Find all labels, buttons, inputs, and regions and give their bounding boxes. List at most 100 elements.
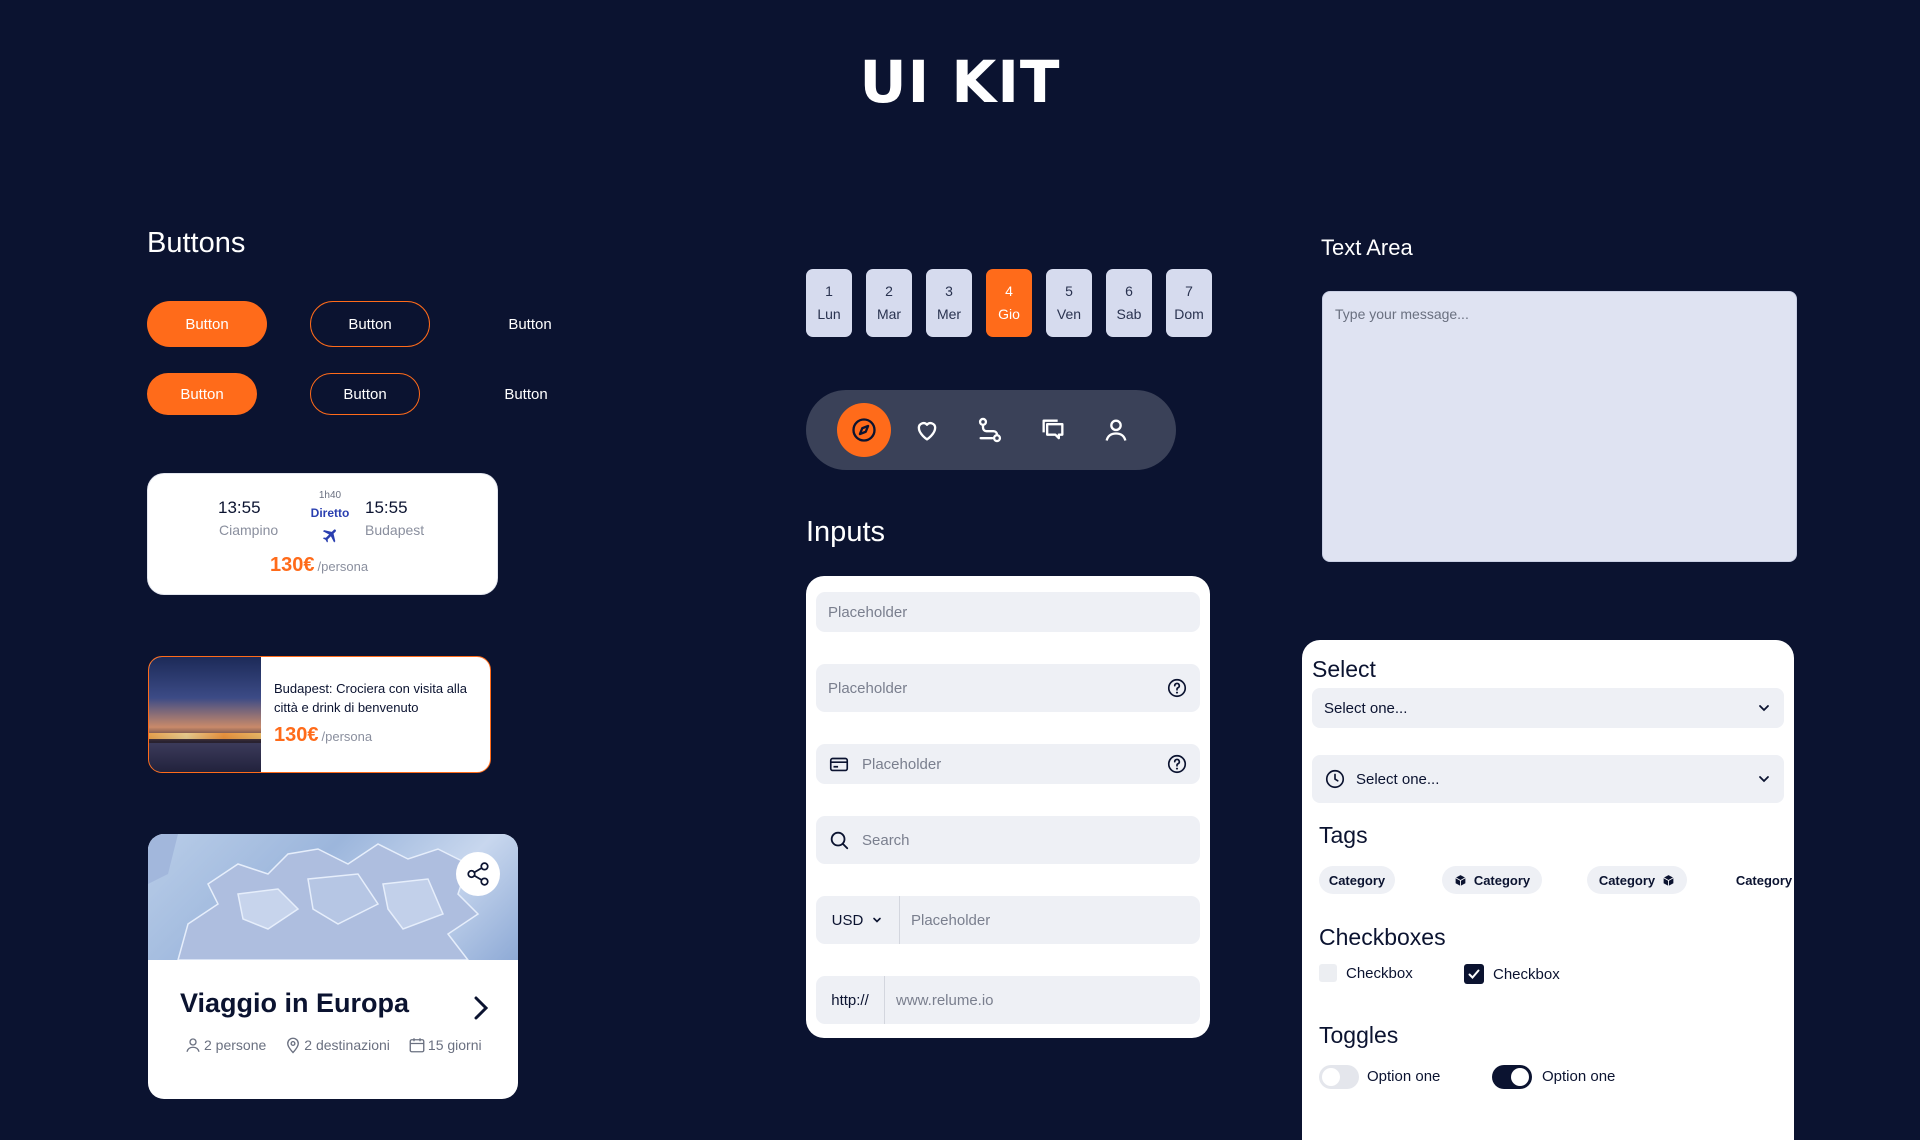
select-2-value: Select one... bbox=[1356, 770, 1440, 788]
plain-input[interactable] bbox=[828, 603, 1188, 621]
chevron-down-icon bbox=[1759, 705, 1769, 712]
message-textarea[interactable] bbox=[1322, 291, 1797, 562]
flight-card[interactable]: 13:55 Ciampino 1h40 Diretto 15:55 Budape… bbox=[148, 474, 497, 594]
airplane-icon bbox=[319, 526, 341, 551]
trip-destinations: 2 destinazioni bbox=[284, 1036, 390, 1054]
select-dropdown-1[interactable]: Select one... bbox=[1312, 688, 1784, 728]
share-icon bbox=[467, 862, 489, 886]
europe-map-image bbox=[148, 834, 518, 961]
checkbox-1[interactable]: Checkbox bbox=[1319, 964, 1413, 982]
day-dom[interactable]: 7 Dom bbox=[1166, 269, 1212, 337]
checkbox-1-label: Checkbox bbox=[1346, 964, 1413, 982]
select-1-value: Select one... bbox=[1324, 699, 1408, 717]
tag-category-3[interactable]: Category bbox=[1587, 866, 1687, 894]
search-input[interactable] bbox=[862, 831, 1188, 849]
day-mar[interactable]: 2 Mar bbox=[866, 269, 912, 337]
page-title: UI KIT bbox=[859, 48, 1061, 116]
search-icon bbox=[830, 831, 849, 850]
tag-category-4[interactable]: Category bbox=[1726, 866, 1794, 894]
cube-icon bbox=[1455, 874, 1466, 886]
toggle-on[interactable] bbox=[1492, 1065, 1532, 1089]
heart-icon bbox=[917, 422, 937, 441]
day-number: 1 bbox=[825, 283, 833, 299]
trip-title: Viaggio in Europa bbox=[180, 988, 410, 1018]
chat-icon bbox=[1042, 419, 1064, 440]
depart-city: Ciampino bbox=[219, 522, 279, 538]
tour-image bbox=[149, 657, 261, 772]
day-name: Lun bbox=[817, 306, 841, 322]
tour-card[interactable]: Budapest: Crociera con visita alla città… bbox=[148, 656, 491, 773]
currency-select[interactable]: USD bbox=[816, 896, 900, 944]
checkboxes-section-title: Checkboxes bbox=[1319, 924, 1446, 950]
help-input-field[interactable] bbox=[816, 664, 1200, 712]
card-input-field[interactable] bbox=[816, 744, 1200, 784]
trip-card[interactable]: Viaggio in Europa 2 persone 2 destinazio… bbox=[148, 834, 518, 1099]
help-circle-icon[interactable] bbox=[1166, 753, 1188, 775]
trip-days: 15 giorni bbox=[408, 1036, 482, 1054]
tag-category-1[interactable]: Category bbox=[1319, 866, 1395, 894]
card-input[interactable] bbox=[862, 755, 1154, 773]
url-input-field[interactable]: http:// bbox=[816, 976, 1200, 1024]
flight-price: 130€ /persona bbox=[270, 554, 368, 577]
help-circle-icon[interactable] bbox=[1166, 677, 1188, 699]
nav-explore-button[interactable] bbox=[837, 403, 891, 457]
checkbox-unchecked[interactable] bbox=[1319, 964, 1337, 982]
select-section-title: Select bbox=[1312, 656, 1376, 682]
cube-icon bbox=[1663, 874, 1674, 886]
day-gio[interactable]: 4 Gio bbox=[986, 269, 1032, 337]
nav-messages-button[interactable] bbox=[1026, 403, 1080, 457]
toggle-off[interactable] bbox=[1319, 1065, 1359, 1089]
calendar-icon bbox=[409, 1038, 425, 1053]
compass-icon bbox=[852, 418, 876, 442]
toggle-knob bbox=[1511, 1068, 1529, 1086]
day-number: 4 bbox=[1005, 283, 1013, 299]
primary-button-large[interactable]: Button bbox=[147, 301, 267, 347]
secondary-button-large[interactable]: Button bbox=[310, 301, 430, 347]
user-icon bbox=[186, 1038, 200, 1052]
currency-amount-input[interactable] bbox=[900, 911, 1200, 929]
checkbox-2[interactable]: Checkbox bbox=[1464, 964, 1560, 984]
depart-time: 13:55 bbox=[218, 498, 261, 517]
day-mer[interactable]: 3 Mer bbox=[926, 269, 972, 337]
flight-type: Diretto bbox=[310, 506, 350, 520]
primary-button-small[interactable]: Button bbox=[147, 373, 257, 415]
day-name: Mar bbox=[876, 306, 902, 322]
checkbox-checked[interactable] bbox=[1464, 964, 1484, 984]
share-button[interactable] bbox=[456, 852, 500, 896]
trip-days-text: 15 giorni bbox=[427, 1037, 482, 1053]
buttons-section-title: Buttons bbox=[147, 227, 246, 259]
nav-profile-button[interactable] bbox=[1089, 403, 1143, 457]
day-name: Sab bbox=[1116, 306, 1142, 322]
tag-category-2[interactable]: Category bbox=[1442, 866, 1542, 894]
tour-title: Budapest: Crociera con visita alla città… bbox=[274, 681, 467, 715]
day-ven[interactable]: 5 Ven bbox=[1046, 269, 1092, 337]
text-area-section-title: Text Area bbox=[1321, 235, 1413, 260]
chevron-right-icon[interactable] bbox=[470, 994, 492, 1027]
day-picker: 1 Lun 2 Mar 3 Mer 4 Gio 5 Ven 6 Sab 7 Dom bbox=[806, 269, 1212, 337]
check-icon bbox=[1468, 969, 1480, 979]
link-button-small[interactable]: Button bbox=[486, 373, 566, 415]
tags-section-title: Tags bbox=[1319, 822, 1368, 848]
search-input-field[interactable] bbox=[816, 816, 1200, 864]
url-input[interactable] bbox=[885, 991, 1200, 1009]
select-dropdown-2[interactable]: Select one... bbox=[1312, 755, 1784, 803]
toggle-2-label: Option one bbox=[1542, 1068, 1616, 1085]
tag-label: Category bbox=[1735, 872, 1793, 888]
currency-input-field[interactable]: USD bbox=[816, 896, 1200, 944]
nav-route-button[interactable] bbox=[963, 403, 1017, 457]
help-input[interactable] bbox=[828, 679, 1166, 697]
link-button-large[interactable]: Button bbox=[490, 301, 570, 347]
day-number: 3 bbox=[945, 283, 953, 299]
day-sab[interactable]: 6 Sab bbox=[1106, 269, 1152, 337]
user-icon bbox=[1105, 419, 1127, 441]
flight-price-value: 130€ bbox=[270, 554, 315, 576]
day-name: Mer bbox=[936, 306, 962, 322]
tag-label: Category bbox=[1328, 872, 1386, 888]
nav-favorites-button[interactable] bbox=[900, 403, 954, 457]
flight-duration: 1h40 bbox=[318, 490, 342, 501]
day-name: Ven bbox=[1056, 306, 1082, 322]
plain-input-field[interactable] bbox=[816, 592, 1200, 632]
secondary-button-small[interactable]: Button bbox=[310, 373, 420, 415]
inputs-panel: USD http:// bbox=[806, 576, 1210, 1038]
day-lun[interactable]: 1 Lun bbox=[806, 269, 852, 337]
